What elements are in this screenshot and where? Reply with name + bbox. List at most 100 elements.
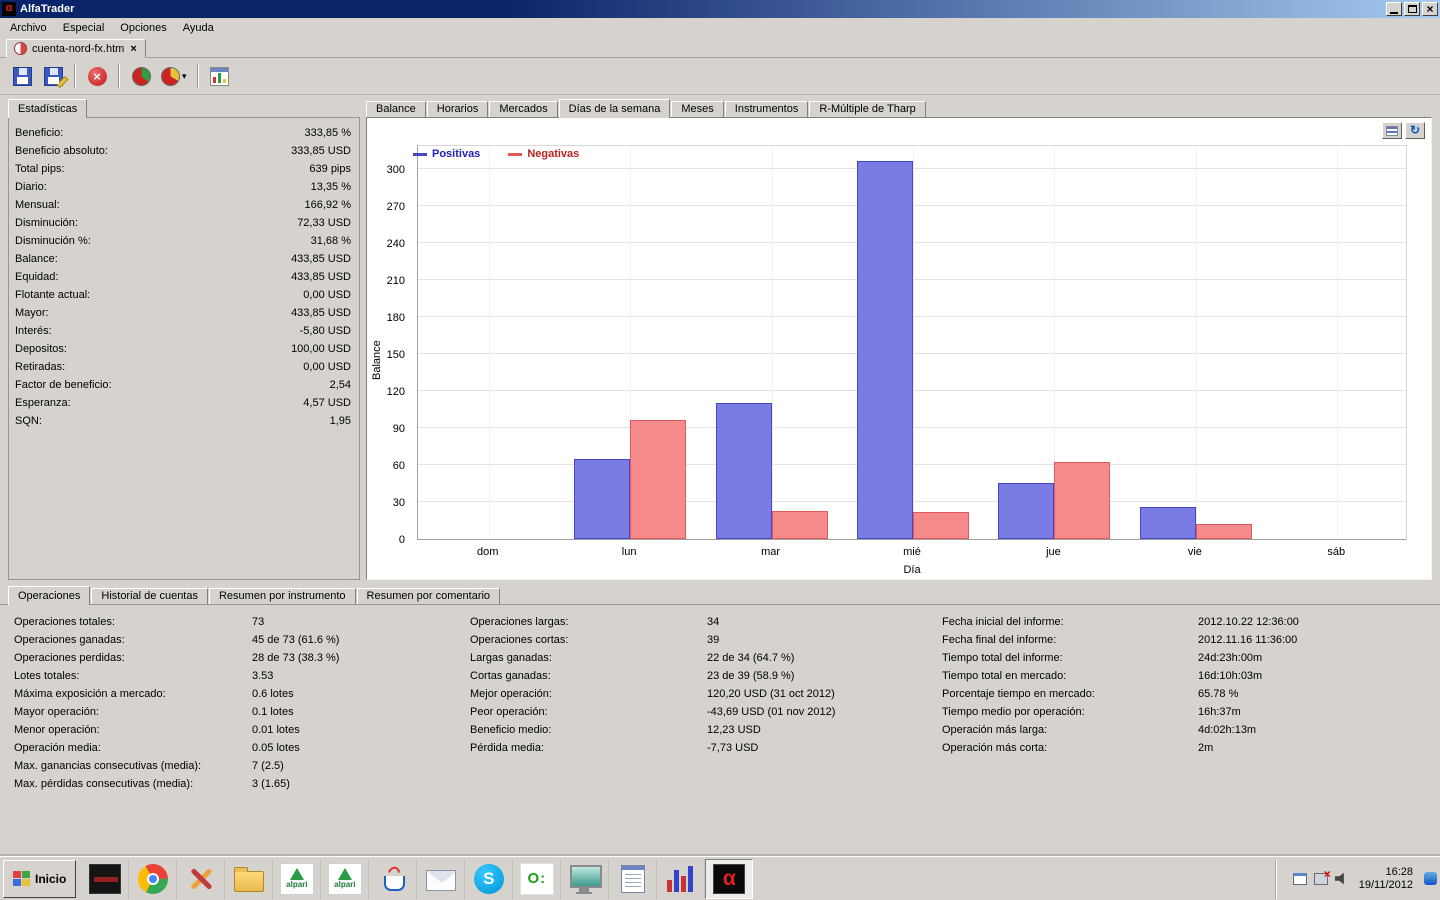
- alpari-launcher[interactable]: alpari: [273, 859, 321, 899]
- tab-r-multiple-de-tharp[interactable]: R-Múltiple de Tharp: [809, 101, 925, 117]
- summary-label: Pérdida media:: [470, 739, 707, 757]
- report-button[interactable]: [206, 62, 234, 90]
- tab-resumen-por-instrumento[interactable]: Resumen por instrumento: [209, 588, 356, 604]
- legend-label: Negativas: [527, 148, 579, 160]
- stat-value: 0,00 USD: [303, 358, 351, 376]
- gridline-vertical: [1196, 146, 1197, 539]
- summary-row: Operaciones totales:73: [14, 613, 470, 631]
- summary-row: Largas ganadas:22 de 34 (64.7 %): [470, 649, 942, 667]
- summary-value: 12,23 USD: [707, 721, 761, 739]
- stats-row: Beneficio:333,85 %: [9, 124, 359, 142]
- menubar: ArchivoEspecialOpcionesAyuda: [0, 18, 1440, 37]
- clock-date: 19/11/2012: [1359, 879, 1413, 892]
- pie-red-green-icon: [132, 67, 151, 86]
- summary-label: Operación más larga:: [942, 721, 1198, 739]
- menu-item-especial[interactable]: Especial: [55, 20, 113, 36]
- summary-label: Máxima exposición a mercado:: [14, 685, 252, 703]
- tab-mercados[interactable]: Mercados: [489, 101, 557, 117]
- table-view-button[interactable]: [1382, 122, 1402, 139]
- tab-estadisticas[interactable]: Estadísticas: [8, 99, 87, 118]
- start-button[interactable]: Inicio: [3, 860, 76, 898]
- menu-item-opciones[interactable]: Opciones: [112, 20, 174, 36]
- summary-row: Tiempo total del informe:24d:23h:00m: [942, 649, 1440, 667]
- alpari-launcher-2[interactable]: alpari: [321, 859, 369, 899]
- operations-summary: Operaciones totales:73Operaciones ganada…: [0, 605, 1440, 793]
- summary-label: Operaciones largas:: [470, 613, 707, 631]
- chart-tabs: BalanceHorariosMercadosDías de la semana…: [366, 98, 1432, 117]
- stats-row: Mayor:433,85 USD: [9, 304, 359, 322]
- document-tab[interactable]: cuenta-nord-fx.htm ×: [6, 39, 146, 58]
- dropdown-arrow-icon[interactable]: ▾: [182, 71, 187, 82]
- volume-icon[interactable]: [1335, 872, 1348, 885]
- stat-label: Disminución %:: [15, 232, 311, 250]
- java-icon: [378, 864, 408, 894]
- monitor-launcher[interactable]: [561, 859, 609, 899]
- close-button[interactable]: ×: [1422, 2, 1438, 16]
- y-tick-label: 0: [399, 534, 405, 546]
- monitor-icon: [570, 865, 600, 892]
- refresh-button[interactable]: ↻: [1405, 122, 1425, 139]
- window-controls: ×: [1386, 2, 1438, 16]
- menu-item-archivo[interactable]: Archivo: [2, 20, 55, 36]
- mail-launcher[interactable]: [417, 859, 465, 899]
- skype-launcher[interactable]: S: [465, 859, 513, 899]
- stat-label: Flotante actual:: [15, 286, 303, 304]
- window-tray-icon[interactable]: [1293, 873, 1307, 885]
- stat-label: Beneficio absoluto:: [15, 142, 291, 160]
- tab-historial-de-cuentas[interactable]: Historial de cuentas: [91, 588, 208, 604]
- maximize-icon: [1408, 5, 1417, 13]
- window-title: AlfaTrader: [20, 3, 74, 15]
- tab-dias-de-la-semana[interactable]: Días de la semana: [559, 99, 671, 118]
- menu-item-ayuda[interactable]: Ayuda: [175, 20, 222, 36]
- network-error-icon[interactable]: [1314, 873, 1328, 885]
- stat-value: 333,85 USD: [291, 142, 351, 160]
- plot-area: [417, 145, 1407, 540]
- java-launcher[interactable]: [369, 859, 417, 899]
- cancel-button[interactable]: ×: [83, 62, 111, 90]
- o-app-launcher[interactable]: O:: [513, 859, 561, 899]
- chrome-launcher[interactable]: [129, 859, 177, 899]
- y-tick-label: 30: [393, 497, 405, 509]
- pie-red-yellow-button[interactable]: ▾: [158, 62, 190, 90]
- tab-horarios[interactable]: Horarios: [427, 101, 489, 117]
- document-tab-close-icon[interactable]: ×: [129, 43, 137, 55]
- stat-label: Factor de beneficio:: [15, 376, 330, 394]
- gridline-vertical: [772, 146, 773, 539]
- summary-value: 22 de 34 (64.7 %): [707, 649, 794, 667]
- minimize-button[interactable]: [1386, 2, 1402, 16]
- alfatrader-launcher[interactable]: α: [705, 859, 753, 899]
- taskbar: Inicio alparialpariSO:α 16:28 19/11/2012: [0, 856, 1440, 900]
- gridline-vertical: [489, 146, 490, 539]
- folder-launcher[interactable]: [225, 859, 273, 899]
- stats-row: Balance:433,85 USD: [9, 250, 359, 268]
- gridline-vertical: [913, 146, 914, 539]
- tab-balance[interactable]: Balance: [366, 101, 426, 117]
- save-as-button[interactable]: [39, 62, 67, 90]
- summary-row: Peor operación:-43,69 USD (01 nov 2012): [470, 703, 942, 721]
- maximize-button[interactable]: [1404, 2, 1420, 16]
- stats-row: Equidad:433,85 USD: [9, 268, 359, 286]
- summary-value: 2012.10.22 12:36:00: [1198, 613, 1299, 631]
- stat-value: 433,85 USD: [291, 268, 351, 286]
- alfatrader-icon: α: [713, 864, 745, 894]
- tab-operaciones[interactable]: Operaciones: [8, 586, 90, 605]
- stat-label: Disminución:: [15, 214, 297, 232]
- tray-corner-icon[interactable]: [1424, 872, 1437, 885]
- stats-row: Disminución %:31,68 %: [9, 232, 359, 250]
- stat-value: 0,00 USD: [303, 286, 351, 304]
- tab-meses[interactable]: Meses: [671, 101, 723, 117]
- close-icon: ×: [1426, 4, 1433, 14]
- statistics-list: Beneficio:333,85 %Beneficio absoluto:333…: [8, 117, 360, 580]
- stats-row: SQN:1,95: [9, 412, 359, 430]
- lineage-app-launcher[interactable]: [81, 859, 129, 899]
- summary-label: Cortas ganadas:: [470, 667, 707, 685]
- save-button[interactable]: [8, 62, 36, 90]
- summary-row: Operaciones cortas:39: [470, 631, 942, 649]
- chart-app-launcher[interactable]: [657, 859, 705, 899]
- tools-launcher[interactable]: [177, 859, 225, 899]
- notepad-launcher[interactable]: [609, 859, 657, 899]
- tab-resumen-por-comentario[interactable]: Resumen por comentario: [357, 588, 501, 604]
- stats-row: Esperanza:4,57 USD: [9, 394, 359, 412]
- tab-instrumentos[interactable]: Instrumentos: [725, 101, 809, 117]
- pie-red-green-button[interactable]: [127, 62, 155, 90]
